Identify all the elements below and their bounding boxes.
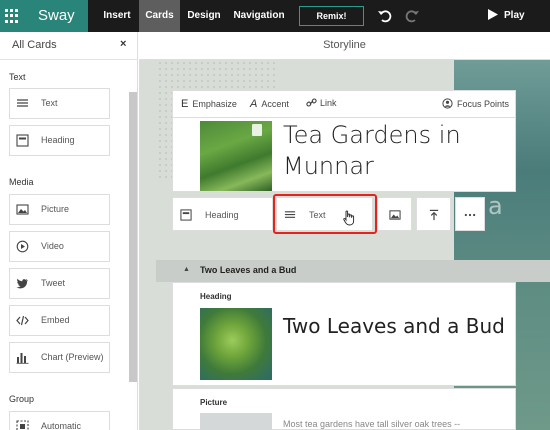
card-label: Tweet xyxy=(41,278,66,288)
heading-card-photo[interactable] xyxy=(200,308,272,380)
card-label: Automatic xyxy=(41,421,82,430)
card-chart[interactable]: Chart (Preview) xyxy=(9,342,110,373)
hand-cursor-icon xyxy=(343,210,355,226)
card-label: Embed xyxy=(41,315,70,325)
text-lines-icon xyxy=(17,99,28,107)
section-label-text: Text xyxy=(9,72,26,82)
tab-design[interactable]: Design xyxy=(180,0,228,32)
emphasize-icon: E xyxy=(181,98,189,110)
play-button[interactable]: Play xyxy=(488,0,525,32)
focus-points-icon xyxy=(442,98,453,109)
highlight-box xyxy=(273,194,377,234)
chart-icon xyxy=(16,353,29,364)
more-icon xyxy=(464,213,476,217)
brand-area: Sway xyxy=(0,0,88,32)
emphasize-label: Emphasize xyxy=(192,99,237,109)
collapse-triangle-icon[interactable]: ▲ xyxy=(183,266,190,273)
undo-icon[interactable] xyxy=(377,8,393,24)
tab-cards[interactable]: Cards xyxy=(139,0,180,32)
card-label: Video xyxy=(41,241,64,251)
storyline-title: Storyline xyxy=(323,39,366,51)
card-automatic[interactable]: Automatic xyxy=(9,411,110,430)
picture-caption[interactable]: Most tea gardens have tall silver oak tr… xyxy=(283,419,460,429)
storyline-pane: T a Storyline EEmphasize AAccent Link Fo… xyxy=(139,32,550,430)
title-card-photo[interactable] xyxy=(200,121,272,191)
cards-panel: All Cards × Text Text Heading Media Pict… xyxy=(0,32,138,430)
storyline-header: Storyline xyxy=(139,32,550,60)
card-tweet[interactable]: Tweet xyxy=(9,268,110,299)
section-label-group: Group xyxy=(9,394,35,404)
focus-points-label: Focus Points xyxy=(457,99,510,109)
emphasize-button[interactable]: E Emphasize xyxy=(181,98,237,110)
twitter-icon xyxy=(16,278,28,289)
upload-icon xyxy=(429,209,439,221)
scrollbar[interactable] xyxy=(129,92,137,382)
card-picture[interactable]: Picture xyxy=(9,194,110,225)
accent-button[interactable]: A Accent xyxy=(250,98,289,110)
embed-icon xyxy=(16,315,29,326)
focus-points-button[interactable]: Focus Points xyxy=(442,98,509,109)
play-icon xyxy=(488,9,498,20)
cards-panel-title: All Cards xyxy=(12,39,57,51)
cards-panel-header: All Cards × xyxy=(0,32,138,60)
picker-label: Heading xyxy=(205,210,239,220)
section-header[interactable]: ▲ Two Leaves and a Bud xyxy=(156,260,550,282)
heading-card[interactable]: Heading Two Leaves and a Bud xyxy=(172,282,516,386)
app-name: Sway xyxy=(38,7,75,24)
tab-navigation[interactable]: Navigation xyxy=(232,0,286,32)
heading-icon xyxy=(180,209,192,221)
close-icon[interactable]: × xyxy=(120,38,126,50)
section-title: Two Leaves and a Bud xyxy=(200,265,297,275)
picture-card-photo[interactable] xyxy=(200,413,272,430)
card-label: Picture xyxy=(41,204,70,214)
app-launcher-icon[interactable] xyxy=(5,9,19,23)
tab-insert[interactable]: Insert xyxy=(95,0,139,32)
add-heading-card-button[interactable]: Heading xyxy=(172,197,273,231)
top-bar: Sway Insert Cards Design Navigation Remi… xyxy=(0,0,550,32)
picture-icon xyxy=(16,204,29,215)
more-button[interactable] xyxy=(455,197,485,231)
title-card[interactable]: Tea Gardens in Munnar xyxy=(172,118,516,192)
format-toolbar: E Emphasize A Accent Link Focus Points xyxy=(172,90,516,118)
card-label: Chart (Preview) xyxy=(41,352,104,362)
group-icon xyxy=(16,420,29,430)
card-heading[interactable]: Heading xyxy=(9,125,110,156)
background-text: a xyxy=(488,192,503,220)
card-label: Heading xyxy=(41,135,75,145)
remix-button[interactable]: Remix! xyxy=(299,6,364,26)
link-label: Link xyxy=(320,98,337,108)
card-type-label: Heading xyxy=(200,292,232,301)
title-card-heading[interactable]: Tea Gardens in Munnar xyxy=(283,120,503,182)
redo-icon[interactable] xyxy=(404,8,420,24)
add-picture-card-button[interactable] xyxy=(377,197,412,231)
trash-icon[interactable] xyxy=(252,124,262,136)
picture-icon xyxy=(389,210,401,220)
card-embed[interactable]: Embed xyxy=(9,305,110,336)
picture-card[interactable]: Picture Most tea gardens have tall silve… xyxy=(172,388,516,430)
play-label: Play xyxy=(504,10,525,21)
section-label-media: Media xyxy=(9,177,34,187)
card-label: Text xyxy=(41,98,58,108)
card-type-label: Picture xyxy=(200,398,228,407)
heading-card-text[interactable]: Two Leaves and a Bud xyxy=(283,314,505,338)
link-button[interactable]: Link xyxy=(306,98,337,108)
upload-button[interactable] xyxy=(416,197,451,231)
card-video[interactable]: Video xyxy=(9,231,110,262)
video-icon xyxy=(16,240,29,253)
accent-icon: A xyxy=(250,98,258,110)
card-text[interactable]: Text xyxy=(9,88,110,119)
link-icon xyxy=(306,98,317,107)
heading-icon xyxy=(16,134,29,147)
accent-label: Accent xyxy=(261,99,289,109)
